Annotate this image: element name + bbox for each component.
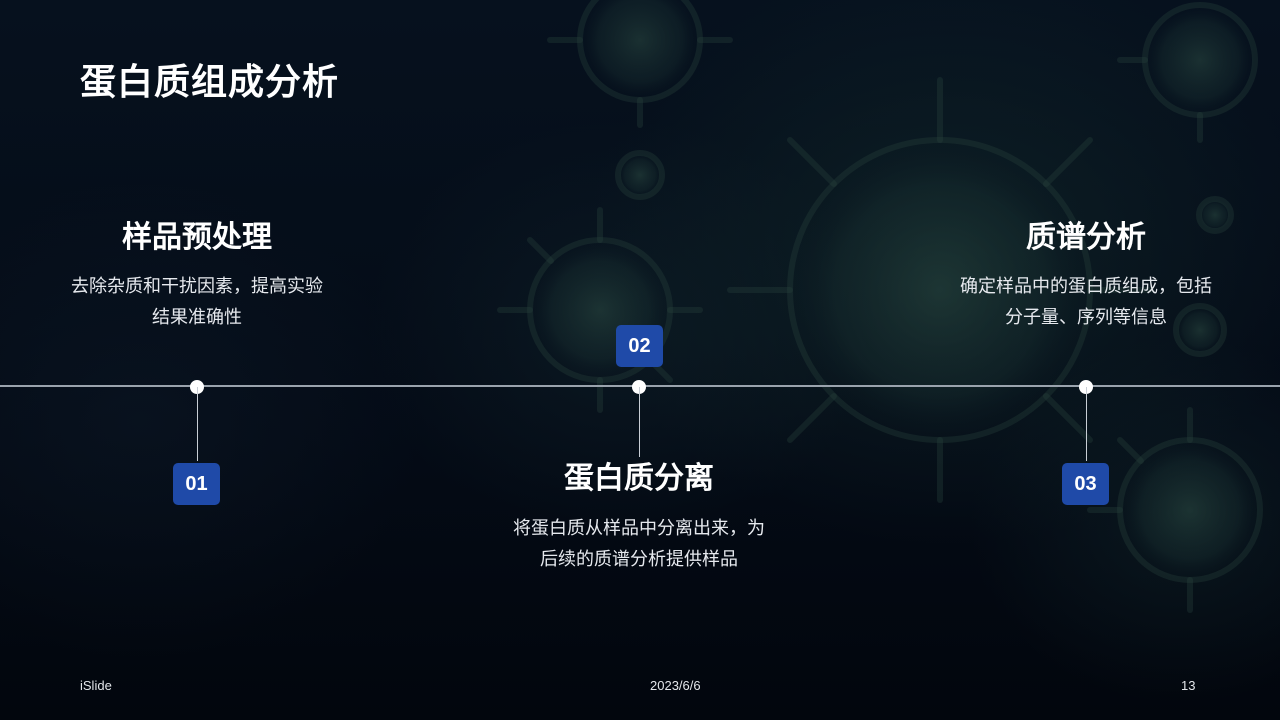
step-title-1: 样品预处理 [122,220,272,255]
step-description-1: 去除杂质和干扰因素，提高实验 结果准确性 [47,271,347,333]
timeline-connector-3 [1086,387,1087,461]
step-description-2-line-2: 后续的质谱分析提供样品 [540,549,738,570]
step-description-2-line-1: 将蛋白质从样品中分离出来，为 [513,518,765,539]
timeline-connector-1 [197,387,198,461]
footer-brand: iSlide [80,678,112,693]
step-description-1-line-2: 结果准确性 [152,307,242,328]
virus-shape [497,207,703,413]
page-title: 蛋白质组成分析 [80,62,340,103]
step-description-3-line-1: 确定样品中的蛋白质组成，包括 [960,276,1212,297]
step-description-1-line-1: 去除杂质和干扰因素，提高实验 [71,276,323,297]
footer-page-number: 13 [1181,678,1196,693]
step-number-badge-1: 01 [173,463,220,505]
timeline-connector-2 [639,387,640,457]
step-description-3-line-2: 分子量、序列等信息 [1005,307,1167,328]
footer-date: 2023/6/6 [650,678,701,693]
virus-shape [1117,2,1258,143]
step-number-badge-3: 03 [1062,463,1109,505]
step-title-2: 蛋白质分离 [564,461,714,496]
step-number-badge-2: 02 [616,325,663,367]
step-description-3: 确定样品中的蛋白质组成，包括 分子量、序列等信息 [936,271,1236,333]
virus-shape [1087,407,1263,613]
step-title-3: 质谱分析 [1026,220,1146,255]
step-description-2: 将蛋白质从样品中分离出来，为 后续的质谱分析提供样品 [489,513,789,575]
virus-shape [547,0,733,128]
